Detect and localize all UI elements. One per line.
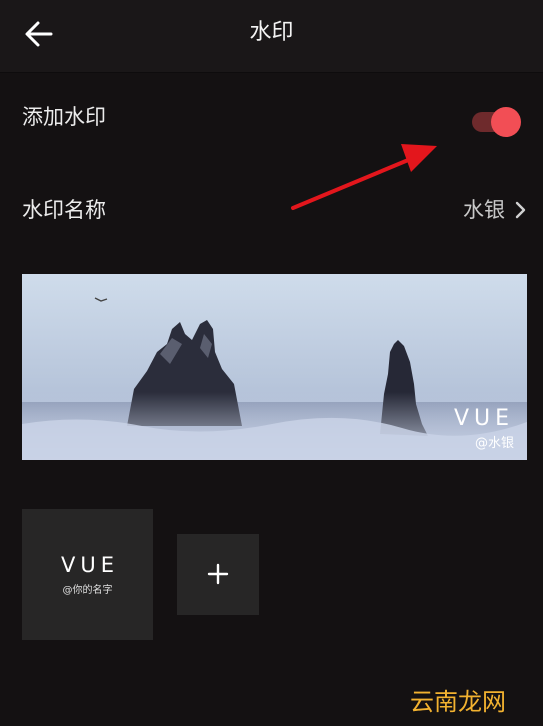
- preview-watermark-title: VUE: [453, 406, 514, 431]
- top-bar: 水印: [0, 0, 543, 73]
- watermark-template-vue[interactable]: VUE @你的名字: [22, 509, 153, 640]
- watermark-name-value[interactable]: 水银: [463, 195, 505, 225]
- template-subtitle: @你的名字: [62, 585, 113, 596]
- add-template-button[interactable]: [177, 534, 259, 615]
- preview-watermark-subtitle: @水银: [474, 436, 514, 451]
- sea-stacks-photo: [22, 274, 527, 460]
- site-watermark: 云南龙网: [410, 688, 506, 716]
- watermark-name-label: 水印名称: [22, 198, 106, 222]
- plus-icon: [207, 563, 229, 585]
- add-watermark-label: 添加水印: [22, 105, 106, 129]
- add-watermark-toggle[interactable]: [470, 107, 522, 137]
- template-title: VUE: [60, 553, 119, 577]
- page-title: 水印: [249, 20, 294, 45]
- annotation-arrow: [291, 144, 437, 210]
- watermark-preview-image: VUE @水银: [22, 274, 527, 460]
- chevron-right-icon[interactable]: [514, 199, 528, 221]
- toggle-knob: [491, 107, 521, 137]
